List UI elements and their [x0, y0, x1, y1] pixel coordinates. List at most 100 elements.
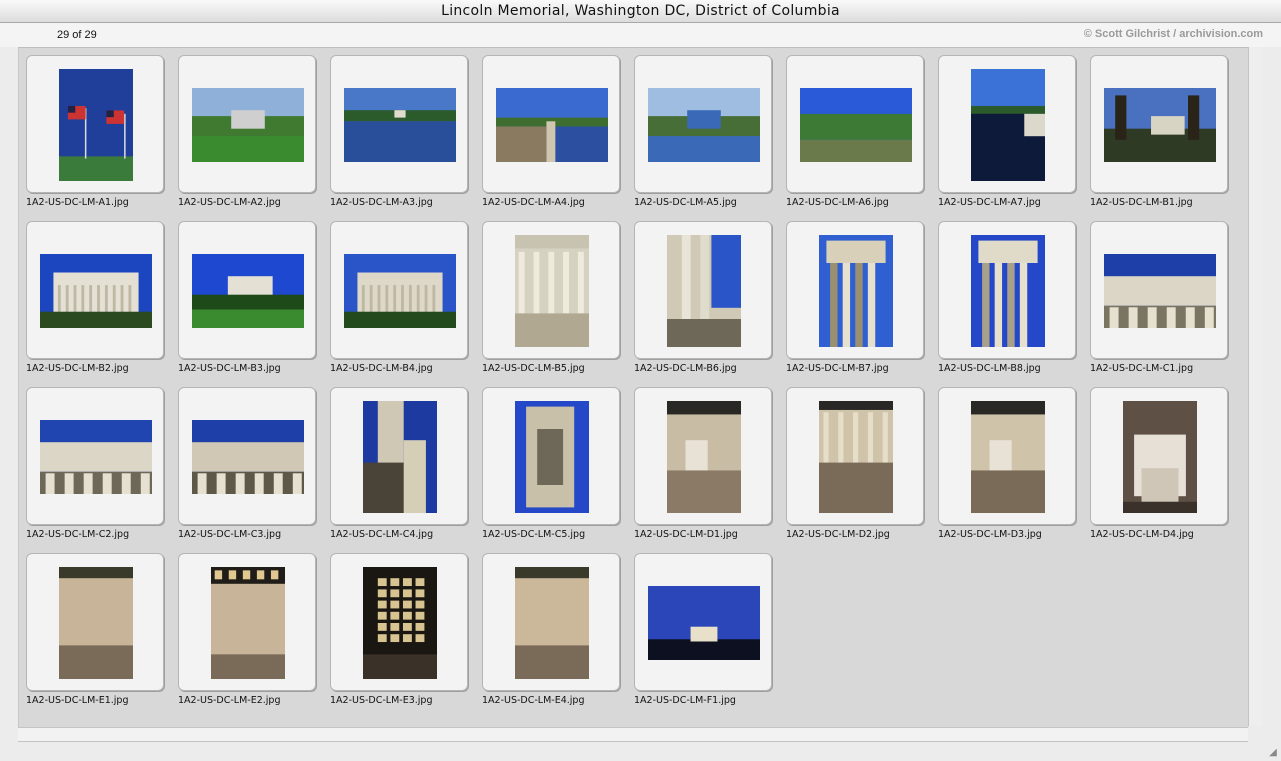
- window-title: Lincoln Memorial, Washington DC, Distric…: [441, 3, 840, 19]
- thumbnail-frame[interactable]: [178, 553, 316, 691]
- thumbnail-item[interactable]: 1A2-US-DC-LM-B6.jpg: [634, 221, 774, 381]
- thumbnail-image[interactable]: [363, 401, 437, 513]
- thumbnail-frame[interactable]: [786, 55, 924, 193]
- thumbnail-frame[interactable]: [938, 387, 1076, 525]
- thumbnail-image[interactable]: [667, 401, 741, 513]
- thumbnail-item[interactable]: 1A2-US-DC-LM-A4.jpg: [482, 55, 622, 215]
- thumbnail-image[interactable]: [496, 88, 608, 162]
- thumbnail-item[interactable]: 1A2-US-DC-LM-B1.jpg: [1090, 55, 1230, 215]
- thumbnail-frame[interactable]: [26, 553, 164, 691]
- thumbnail-frame[interactable]: [634, 221, 772, 359]
- thumbnail-frame[interactable]: [1090, 387, 1228, 525]
- thumbnail-grid: 1A2-US-DC-LM-A1.jpg 1A2-US-DC-LM-A2.jpg 1A…: [18, 47, 1249, 727]
- thumbnail-item[interactable]: 1A2-US-DC-LM-E3.jpg: [330, 553, 470, 713]
- thumbnail-item[interactable]: 1A2-US-DC-LM-D2.jpg: [786, 387, 926, 547]
- thumbnail-item[interactable]: 1A2-US-DC-LM-A7.jpg: [938, 55, 1078, 215]
- resize-grip-icon[interactable]: ◢: [1267, 747, 1279, 759]
- thumbnail-item[interactable]: 1A2-US-DC-LM-C4.jpg: [330, 387, 470, 547]
- thumbnail-image[interactable]: [819, 235, 893, 347]
- thumbnail-frame[interactable]: [330, 55, 468, 193]
- thumbnail-item[interactable]: 1A2-US-DC-LM-F1.jpg: [634, 553, 774, 713]
- thumbnail-image[interactable]: [211, 567, 285, 679]
- thumbnail-filename: 1A2-US-DC-LM-C3.jpg: [178, 529, 282, 540]
- thumbnail-image[interactable]: [1123, 401, 1197, 513]
- thumbnail-frame[interactable]: [786, 387, 924, 525]
- thumbnail-frame[interactable]: [938, 55, 1076, 193]
- thumbnail-item[interactable]: 1A2-US-DC-LM-A1.jpg: [26, 55, 166, 215]
- thumbnail-image[interactable]: [192, 88, 304, 162]
- thumbnail-image[interactable]: [971, 235, 1045, 347]
- thumbnail-frame[interactable]: [634, 387, 772, 525]
- thumbnail-frame[interactable]: [482, 55, 620, 193]
- thumbnail-item[interactable]: 1A2-US-DC-LM-D4.jpg: [1090, 387, 1230, 547]
- thumbnail-frame[interactable]: [178, 55, 316, 193]
- thumbnail-image[interactable]: [192, 254, 304, 328]
- thumbnail-frame[interactable]: [26, 55, 164, 193]
- thumbnail-item[interactable]: 1A2-US-DC-LM-B8.jpg: [938, 221, 1078, 381]
- thumbnail-item[interactable]: 1A2-US-DC-LM-C2.jpg: [26, 387, 166, 547]
- thumbnail-item[interactable]: 1A2-US-DC-LM-A3.jpg: [330, 55, 470, 215]
- thumbnail-filename: 1A2-US-DC-LM-B2.jpg: [26, 363, 129, 374]
- thumbnail-item[interactable]: 1A2-US-DC-LM-E1.jpg: [26, 553, 166, 713]
- thumbnail-item[interactable]: 1A2-US-DC-LM-C5.jpg: [482, 387, 622, 547]
- thumbnail-image[interactable]: [192, 420, 304, 494]
- thumbnail-item[interactable]: 1A2-US-DC-LM-E2.jpg: [178, 553, 318, 713]
- thumbnail-item[interactable]: 1A2-US-DC-LM-B4.jpg: [330, 221, 470, 381]
- thumbnail-frame[interactable]: [1090, 55, 1228, 193]
- thumbnail-frame[interactable]: [178, 221, 316, 359]
- thumbnail-image[interactable]: [800, 88, 912, 162]
- thumbnail-frame[interactable]: [330, 553, 468, 691]
- thumbnail-item[interactable]: 1A2-US-DC-LM-B3.jpg: [178, 221, 318, 381]
- thumbnail-item[interactable]: 1A2-US-DC-LM-E4.jpg: [482, 553, 622, 713]
- thumbnail-image[interactable]: [344, 88, 456, 162]
- thumbnail-image[interactable]: [515, 401, 589, 513]
- thumbnail-item[interactable]: 1A2-US-DC-LM-D1.jpg: [634, 387, 774, 547]
- thumbnail-item[interactable]: 1A2-US-DC-LM-A6.jpg: [786, 55, 926, 215]
- thumbnail-item[interactable]: 1A2-US-DC-LM-C3.jpg: [178, 387, 318, 547]
- thumbnail-image[interactable]: [971, 401, 1045, 513]
- thumbnail-image[interactable]: [515, 567, 589, 679]
- thumbnail-picture: [192, 88, 304, 162]
- thumbnail-image[interactable]: [344, 254, 456, 328]
- thumbnail-picture: [1104, 88, 1216, 162]
- thumbnail-frame[interactable]: [634, 553, 772, 691]
- thumbnail-item[interactable]: 1A2-US-DC-LM-A5.jpg: [634, 55, 774, 215]
- thumbnail-item[interactable]: 1A2-US-DC-LM-B5.jpg: [482, 221, 622, 381]
- thumbnail-frame[interactable]: [938, 221, 1076, 359]
- thumbnail-frame[interactable]: [786, 221, 924, 359]
- thumbnail-filename: 1A2-US-DC-LM-A1.jpg: [26, 197, 129, 208]
- thumbnail-item[interactable]: 1A2-US-DC-LM-B7.jpg: [786, 221, 926, 381]
- thumbnail-image[interactable]: [648, 88, 760, 162]
- thumbnail-frame[interactable]: [330, 221, 468, 359]
- thumbnail-image[interactable]: [515, 235, 589, 347]
- thumbnail-frame[interactable]: [634, 55, 772, 193]
- thumbnail-frame[interactable]: [482, 387, 620, 525]
- thumbnail-filename: 1A2-US-DC-LM-C5.jpg: [482, 529, 586, 540]
- thumbnail-item[interactable]: 1A2-US-DC-LM-C1.jpg: [1090, 221, 1230, 381]
- thumbnail-image[interactable]: [819, 401, 893, 513]
- thumbnail-image[interactable]: [363, 567, 437, 679]
- thumbnail-image[interactable]: [971, 69, 1045, 181]
- thumbnail-picture: [192, 254, 304, 328]
- thumbnail-image[interactable]: [40, 254, 152, 328]
- thumbnail-frame[interactable]: [1090, 221, 1228, 359]
- thumbnail-frame[interactable]: [178, 387, 316, 525]
- thumbnail-image[interactable]: [667, 235, 741, 347]
- thumbnail-image[interactable]: [40, 420, 152, 494]
- thumbnail-item[interactable]: 1A2-US-DC-LM-B2.jpg: [26, 221, 166, 381]
- thumbnail-image[interactable]: [1104, 254, 1216, 328]
- thumbnail-item[interactable]: 1A2-US-DC-LM-A2.jpg: [178, 55, 318, 215]
- thumbnail-frame[interactable]: [26, 387, 164, 525]
- thumbnail-picture: [515, 235, 589, 347]
- thumbnail-frame[interactable]: [330, 387, 468, 525]
- thumbnail-image[interactable]: [1104, 88, 1216, 162]
- thumbnail-frame[interactable]: [26, 221, 164, 359]
- thumbnail-image[interactable]: [59, 567, 133, 679]
- vertical-scrollbar[interactable]: [1248, 47, 1262, 726]
- thumbnail-frame[interactable]: [482, 553, 620, 691]
- thumbnail-image[interactable]: [59, 69, 133, 181]
- horizontal-scrollbar[interactable]: [18, 727, 1248, 742]
- thumbnail-frame[interactable]: [482, 221, 620, 359]
- thumbnail-image[interactable]: [648, 586, 760, 660]
- thumbnail-item[interactable]: 1A2-US-DC-LM-D3.jpg: [938, 387, 1078, 547]
